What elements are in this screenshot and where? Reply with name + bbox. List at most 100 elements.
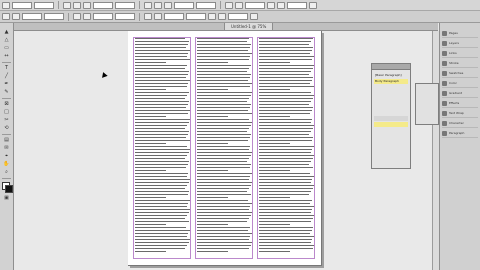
- menu-icon[interactable]: [309, 1, 317, 9]
- kerning-field[interactable]: [44, 13, 64, 20]
- effects-icon[interactable]: [267, 1, 275, 9]
- numbers-icon[interactable]: [154, 13, 162, 20]
- panel-item-pages[interactable]: Pages: [442, 29, 478, 38]
- small-floating-panel[interactable]: [415, 83, 439, 125]
- vertical-scrollbar[interactable]: [432, 31, 439, 270]
- selection-tool-icon[interactable]: ▲: [2, 29, 11, 36]
- leading-field[interactable]: [174, 1, 194, 9]
- font-field[interactable]: [93, 1, 113, 9]
- character-icon[interactable]: [2, 13, 10, 20]
- text-line: [197, 53, 252, 54]
- y-field[interactable]: [34, 1, 54, 9]
- text-line: [197, 152, 252, 153]
- style-field[interactable]: [22, 13, 42, 20]
- align-left-icon[interactable]: [63, 1, 71, 9]
- document-tab[interactable]: Untitled-1 @ 75%: [224, 23, 274, 30]
- text-line: [135, 41, 190, 42]
- screen-mode-icon[interactable]: ▣: [2, 195, 11, 202]
- stroke-swatch-icon[interactable]: [5, 185, 13, 193]
- text-line: [259, 53, 310, 54]
- wrap-icon[interactable]: [277, 1, 285, 9]
- stroke-icon[interactable]: [235, 1, 243, 9]
- text-line: [197, 125, 251, 126]
- paragraph-icon[interactable]: [12, 13, 20, 20]
- panel-item-color[interactable]: Color: [442, 79, 478, 88]
- panel-header[interactable]: [372, 64, 410, 70]
- style-row[interactable]: [374, 116, 408, 121]
- tracking-field[interactable]: [196, 1, 216, 9]
- style-basic-paragraph[interactable]: [Basic Paragraph]: [374, 73, 408, 78]
- pencil-tool-icon[interactable]: ✎: [2, 89, 11, 96]
- panel-item-effects[interactable]: Effects: [442, 99, 478, 108]
- page-tool-icon[interactable]: ▭: [2, 45, 11, 52]
- text-line: [135, 218, 186, 219]
- text-line: [197, 230, 248, 231]
- panel-item-character[interactable]: Character: [442, 119, 478, 128]
- style-row-selected[interactable]: [374, 122, 408, 127]
- baseline-field[interactable]: [228, 13, 248, 20]
- hand-tool-icon[interactable]: ✋: [2, 161, 11, 168]
- underline-icon[interactable]: [164, 1, 172, 9]
- zoom-tool-icon[interactable]: ⌕: [2, 169, 11, 176]
- bold-icon[interactable]: [144, 1, 152, 9]
- columns-field[interactable]: [164, 13, 184, 20]
- size-field[interactable]: [115, 1, 135, 9]
- text-line: [259, 152, 311, 153]
- indent-field[interactable]: [93, 13, 113, 20]
- panel-item-paragraph[interactable]: Paragraph: [442, 129, 478, 138]
- type-tool-icon[interactable]: T: [2, 65, 11, 72]
- panel-item-layers[interactable]: Layers: [442, 39, 478, 48]
- eyedropper-tool-icon[interactable]: ⌖: [2, 153, 11, 160]
- stroke-weight-field[interactable]: [245, 1, 265, 9]
- direct-selection-tool-icon[interactable]: △: [2, 37, 11, 44]
- scissors-tool-icon[interactable]: ✂: [2, 117, 11, 124]
- bullets-icon[interactable]: [144, 13, 152, 20]
- rectangle-tool-icon[interactable]: □: [2, 109, 11, 116]
- fill-icon[interactable]: [225, 1, 233, 9]
- text-line: [259, 227, 314, 228]
- opacity-field[interactable]: [287, 1, 307, 9]
- text-frame-column-1[interactable]: [133, 37, 191, 259]
- text-line: [135, 197, 166, 198]
- panel-item-stroke[interactable]: Stroke: [442, 59, 478, 68]
- gap-tool-icon[interactable]: ↔: [2, 53, 11, 60]
- text-line: [197, 188, 250, 189]
- panel-item-links[interactable]: Links: [442, 49, 478, 58]
- align-center-icon[interactable]: [73, 1, 81, 9]
- text-line: [259, 68, 313, 69]
- rectangle-frame-tool-icon[interactable]: ⊠: [2, 101, 11, 108]
- justify-all-icon[interactable]: [83, 13, 91, 20]
- grid-icon[interactable]: [208, 13, 216, 20]
- hyphen-icon[interactable]: [218, 13, 226, 20]
- panel-item-text-wrap[interactable]: Text Wrap: [442, 109, 478, 118]
- text-line: [197, 92, 252, 93]
- divider: [2, 62, 11, 63]
- text-line: [135, 200, 190, 201]
- align-right-icon[interactable]: [83, 1, 91, 9]
- panel-item-gradient[interactable]: Gradient: [442, 89, 478, 98]
- text-line: [135, 176, 187, 177]
- text-line: [259, 206, 314, 207]
- panel-item-swatches[interactable]: Swatches: [442, 69, 478, 78]
- text-line: [197, 239, 249, 240]
- paragraph-styles-panel[interactable]: [Basic Paragraph] Body Paragraph: [371, 63, 411, 169]
- x-field[interactable]: [12, 1, 32, 9]
- text-line: [259, 143, 290, 144]
- text-frame-column-2[interactable]: [195, 37, 253, 259]
- note-tool-icon[interactable]: ✉: [2, 145, 11, 152]
- free-transform-tool-icon[interactable]: ⟲: [2, 125, 11, 132]
- pen-tool-icon[interactable]: ✒: [2, 81, 11, 88]
- gutter-field[interactable]: [186, 13, 206, 20]
- gradient-tool-icon[interactable]: ▤: [2, 137, 11, 144]
- document-page[interactable]: [128, 31, 322, 266]
- text-frame-column-3[interactable]: [257, 37, 315, 259]
- line-tool-icon[interactable]: ╱: [2, 73, 11, 80]
- space-before-field[interactable]: [115, 13, 135, 20]
- ref-point-icon[interactable]: [2, 1, 10, 9]
- italic-icon[interactable]: [154, 1, 162, 9]
- justify-icon[interactable]: [73, 13, 81, 20]
- text-line: [259, 212, 311, 213]
- text-line: [135, 50, 190, 51]
- panel-menu-icon[interactable]: [250, 13, 258, 20]
- style-body-paragraph[interactable]: Body Paragraph: [374, 79, 408, 84]
